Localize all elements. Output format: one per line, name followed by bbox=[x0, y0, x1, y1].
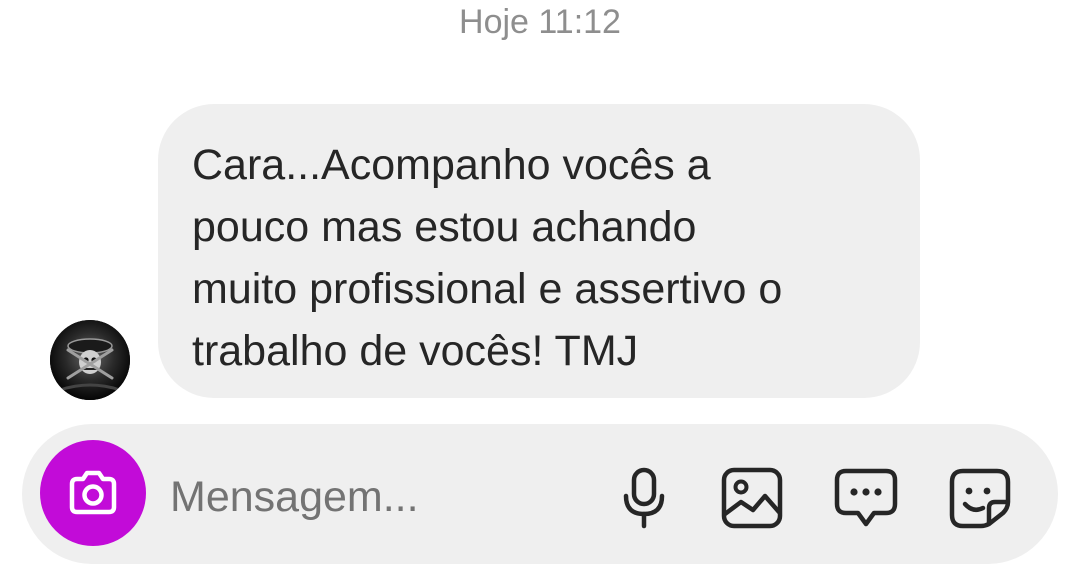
camera-icon bbox=[69, 470, 117, 515]
chat-screen: Hoje 11:12 Cara...Acompanho vocês a pouc… bbox=[0, 0, 1080, 564]
microphone-icon bbox=[623, 467, 665, 529]
received-message-bubble[interactable]: Cara...Acompanho vocês a pouco mas estou… bbox=[158, 104, 920, 398]
microphone-button[interactable] bbox=[608, 462, 680, 534]
message-text: Cara...Acompanho vocês a pouco mas estou… bbox=[192, 141, 783, 375]
avatar-image bbox=[50, 320, 130, 400]
sticker-icon bbox=[949, 468, 1011, 529]
chat-options-button[interactable] bbox=[830, 462, 902, 534]
gallery-icon bbox=[721, 467, 783, 529]
message-input[interactable] bbox=[170, 462, 590, 532]
message-timestamp: Hoje 11:12 bbox=[459, 3, 621, 41]
camera-button[interactable] bbox=[40, 440, 146, 546]
contact-avatar[interactable] bbox=[50, 320, 130, 400]
gallery-button[interactable] bbox=[716, 462, 788, 534]
chat-bubble-icon bbox=[834, 468, 898, 527]
sticker-button[interactable] bbox=[944, 462, 1016, 534]
